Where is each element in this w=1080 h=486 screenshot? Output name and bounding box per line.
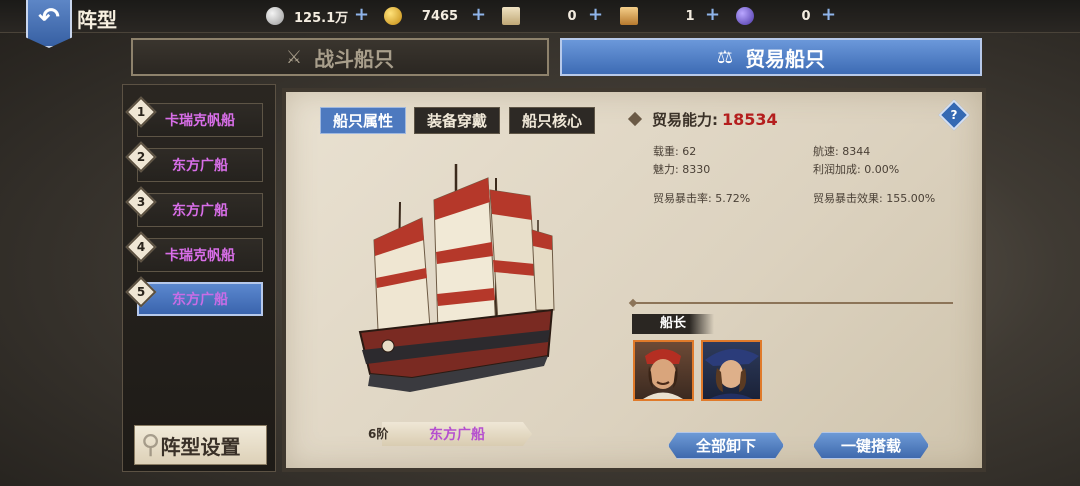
captain-label: 船长 xyxy=(632,314,714,334)
one-click-load-label: 一键搭载 xyxy=(840,437,901,455)
ship-slot-label: 东方广船 xyxy=(172,292,228,308)
captain-portrait-1[interactable] xyxy=(633,340,694,401)
tab-trade-label: 贸易船只 xyxy=(745,46,826,71)
formation-settings-button[interactable]: ⚲ 阵型设置 xyxy=(134,425,267,465)
ship-slot-3[interactable]: 东方广船 xyxy=(137,193,263,227)
ship-tier-bar: 东方广船 6阶 xyxy=(368,422,534,446)
ship-slot-label: 卡瑞克帆船 xyxy=(165,113,235,129)
silver-value: 125.1万 xyxy=(294,10,349,26)
add-gold-button[interactable]: + xyxy=(471,6,486,24)
pin-icon: ⚲ xyxy=(141,430,161,460)
stat-profit-bonus: 利润加成: 0.00% xyxy=(813,163,900,176)
scroll-value: 0 xyxy=(567,8,577,24)
ship-slot-label: 卡瑞克帆船 xyxy=(165,248,235,264)
ticket-value: 1 xyxy=(685,8,695,24)
junk-ship-image xyxy=(358,164,555,392)
ship-slot-label: 东方广船 xyxy=(172,158,228,174)
scales-icon: ⚖ xyxy=(716,46,734,68)
ship-slot-1[interactable]: 卡瑞克帆船 xyxy=(137,103,263,137)
add-ticket-button[interactable]: + xyxy=(705,6,720,24)
captain-face-icon xyxy=(643,349,683,399)
ship-slot-sidebar xyxy=(122,84,276,472)
trade-power-row: 贸易能力: 18534 xyxy=(627,109,778,129)
subtab-ship-core[interactable]: 船只核心 xyxy=(509,107,595,134)
ship-name: 东方广船 xyxy=(429,427,485,443)
add-gem-button[interactable]: + xyxy=(821,6,836,24)
add-silver-button[interactable]: + xyxy=(354,6,369,24)
gem-icon xyxy=(736,7,754,25)
captain-portrait-2[interactable] xyxy=(701,340,762,401)
stat-crit-rate: 贸易暴击率: 5.72% xyxy=(653,192,751,205)
ship-slot-label: 东方广船 xyxy=(172,203,228,219)
resource-gold: 7465 xyxy=(384,6,460,26)
resource-silver: 125.1万 xyxy=(266,6,348,26)
stat-speed: 航速: 8344 xyxy=(813,145,871,158)
ship-name-banner: 东方广船 xyxy=(382,422,532,446)
back-arrow-icon: ↶ xyxy=(38,3,60,33)
tab-trade-ships[interactable]: ⚖ 贸易船只 xyxy=(560,38,982,76)
ship-tier-badge: 6阶 xyxy=(368,427,389,441)
tab-battle-ships[interactable]: ⚔ 战斗船只 xyxy=(131,38,549,76)
unload-all-button[interactable]: 全部卸下 xyxy=(668,432,784,459)
gold-value: 7465 xyxy=(421,8,459,24)
unload-all-label: 全部卸下 xyxy=(695,437,756,455)
subtab-ship-attributes[interactable]: 船只属性 xyxy=(320,107,406,134)
one-click-load-button[interactable]: 一键搭载 xyxy=(813,432,929,459)
subtab-label: 船只核心 xyxy=(521,112,582,130)
help-icon: ? xyxy=(950,108,958,122)
ticket-icon xyxy=(620,7,638,25)
gold-coin-icon xyxy=(384,7,402,25)
resource-scroll: 0 xyxy=(502,6,592,26)
stat-charm: 魅力: 8330 xyxy=(653,163,711,176)
silver-coin-icon xyxy=(266,7,284,25)
tab-battle-label: 战斗船只 xyxy=(314,46,395,71)
scroll-icon xyxy=(502,7,520,25)
gem-value: 0 xyxy=(801,8,811,24)
ship-slot-4[interactable]: 卡瑞克帆船 xyxy=(137,238,263,272)
resource-gem: 0 xyxy=(736,6,826,26)
add-scroll-button[interactable]: + xyxy=(588,6,603,24)
formation-settings-label: 阵型设置 xyxy=(160,434,241,459)
subtab-label: 装备穿戴 xyxy=(426,112,487,130)
section-divider xyxy=(633,302,953,304)
diamond-bullet-icon xyxy=(627,111,643,127)
subtab-label: 船只属性 xyxy=(332,112,393,130)
crossed-swords-icon: ⚔ xyxy=(285,46,303,68)
ship-slot-5[interactable]: 东方广船 xyxy=(137,282,263,316)
trade-power-label: 贸易能力: xyxy=(652,110,718,129)
trade-power-value: 18534 xyxy=(722,109,778,129)
stat-crit-effect: 贸易暴击效果: 155.00% xyxy=(813,192,936,205)
resource-ticket: 1 xyxy=(620,6,710,26)
top-bar: ↶ 阵型 125.1万 + 7465 + 0 + 1 + 0 + xyxy=(0,0,1080,48)
ship-slot-2[interactable]: 东方广船 xyxy=(137,148,263,182)
captain-face-icon xyxy=(705,348,759,399)
page-title: 阵型 xyxy=(77,8,117,32)
back-button[interactable]: ↶ xyxy=(26,0,72,48)
stat-load: 载重: 62 xyxy=(653,145,697,158)
subtab-equipment[interactable]: 装备穿戴 xyxy=(414,107,500,134)
